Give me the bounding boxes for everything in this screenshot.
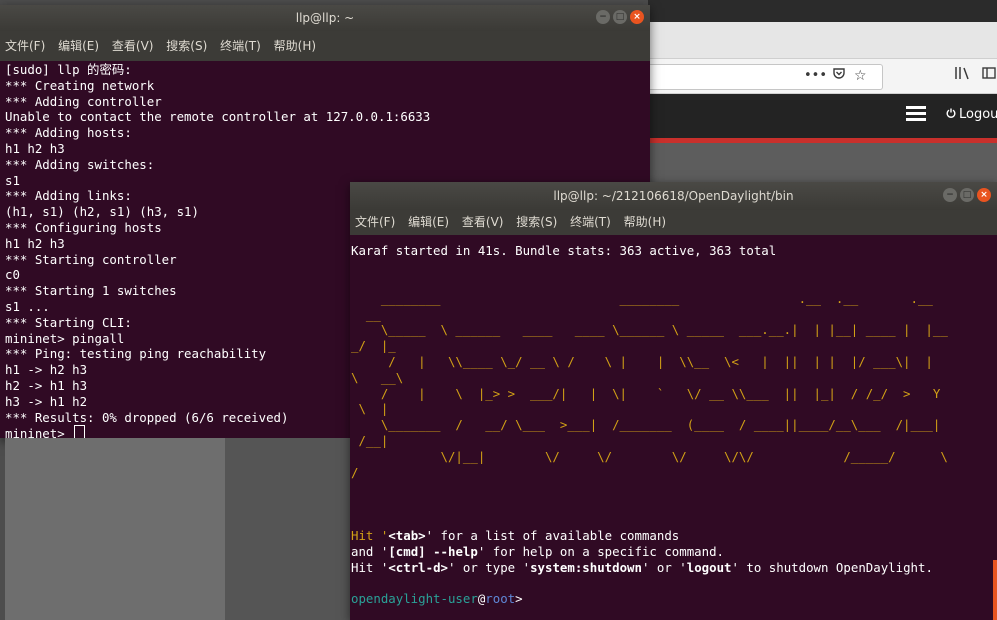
- output-line: h1 h2 h3: [5, 140, 65, 156]
- desktop-background-dark: [225, 438, 350, 620]
- menu-file[interactable]: 文件(F): [355, 215, 395, 229]
- menu-search[interactable]: 搜索(S): [516, 215, 557, 229]
- desktop-background: [5, 438, 225, 620]
- window-controls: − □ ×: [943, 188, 991, 202]
- terminal-menu-bar: 文件(F) 编辑(E) 查看(V) 搜索(S) 终端(T) 帮助(H): [0, 31, 650, 61]
- help-text: ' to shutdown OpenDaylight.: [731, 559, 933, 575]
- menu-icon[interactable]: [906, 106, 926, 122]
- help-text: ' for a list of available commands: [425, 528, 680, 544]
- banner-line: \_______ / __/ \___ >___| /_______ (____…: [351, 417, 941, 433]
- menu-view[interactable]: 查看(V): [462, 215, 504, 229]
- output-line: *** Adding hosts:: [5, 125, 132, 141]
- help-key: system:shutdown: [530, 559, 642, 575]
- logout-link[interactable]: Logout: [959, 107, 997, 122]
- menu-help[interactable]: 帮助(H): [274, 39, 316, 53]
- menu-view[interactable]: 查看(V): [112, 39, 154, 53]
- prompt-line[interactable]: opendaylight-user@root>: [351, 591, 997, 607]
- output-line: *** Creating network: [5, 77, 155, 93]
- close-icon[interactable]: ×: [630, 10, 644, 24]
- menu-search[interactable]: 搜索(S): [166, 39, 207, 53]
- help-text: Hit ': [351, 528, 389, 544]
- window-title: llp@llp: ~/212106618/OpenDaylight/bin: [350, 182, 997, 210]
- help-text: ' or type ': [448, 559, 531, 575]
- shell-prompt: mininet>: [5, 426, 73, 438]
- banner-line: / | \ |_> > ___/| | \| ` \/ __ \\___ || …: [351, 385, 941, 401]
- terminal-window-opendaylight[interactable]: llp@llp: ~/212106618/OpenDaylight/bin − …: [350, 182, 997, 620]
- prompt-host: root: [485, 590, 516, 606]
- help-line-1: Hit '<tab>' for a list of available comm…: [351, 528, 997, 544]
- banner-line: \ __\: [351, 369, 404, 385]
- star-icon[interactable]: ☆: [854, 66, 867, 86]
- window-title: llp@llp: ~: [0, 5, 650, 31]
- browser-toolbar: ••• ☆: [648, 59, 997, 94]
- menu-terminal[interactable]: 终端(T): [570, 215, 611, 229]
- help-key: <ctrl-d>: [388, 559, 448, 575]
- menu-edit[interactable]: 编辑(E): [58, 39, 99, 53]
- prompt-end: >: [515, 590, 523, 606]
- output-line: [sudo] llp 的密码:: [5, 62, 132, 77]
- output-line: *** Adding controller: [5, 93, 162, 109]
- output-line: Unable to contact the remote controller …: [5, 109, 431, 125]
- banner-line: __: [351, 306, 381, 322]
- help-key: <tab>: [388, 528, 426, 544]
- banner-line: / | \\____ \_/ __ \ / \ | | \\__ \< | ||…: [351, 353, 933, 369]
- power-icon: [946, 108, 956, 118]
- menu-terminal[interactable]: 终端(T): [220, 39, 261, 53]
- menu-edit[interactable]: 编辑(E): [408, 215, 449, 229]
- app-header: Logout: [648, 94, 997, 138]
- window-controls: − □ ×: [596, 10, 644, 24]
- help-line-3: Hit '<ctrl-d>' or type 'system:shutdown'…: [351, 560, 997, 576]
- banner-line: \_____ \ ______ ____ ____ \______ \ ____…: [351, 322, 948, 338]
- banner-line: /: [351, 464, 359, 480]
- url-field[interactable]: ••• ☆: [648, 64, 883, 90]
- banner-line: ________ ________ .__ .__ .__: [351, 290, 933, 306]
- close-icon[interactable]: ×: [977, 188, 991, 202]
- help-text: ' or ': [641, 559, 687, 575]
- menu-help[interactable]: 帮助(H): [624, 215, 666, 229]
- help-text: ' for help on a specific command.: [477, 544, 725, 560]
- maximize-icon[interactable]: □: [613, 10, 627, 24]
- terminal-menu-bar: 文件(F) 编辑(E) 查看(V) 搜索(S) 终端(T) 帮助(H): [350, 210, 997, 235]
- more-icon[interactable]: •••: [804, 66, 827, 86]
- banner-line: \ |: [351, 401, 389, 417]
- minimize-icon[interactable]: −: [943, 188, 957, 202]
- menu-file[interactable]: 文件(F): [5, 39, 45, 53]
- help-key: [cmd] --help: [388, 544, 478, 560]
- minimize-icon[interactable]: −: [596, 10, 610, 24]
- library-icon[interactable]: [954, 66, 970, 86]
- help-text: and ': [351, 544, 389, 560]
- browser-top-strip: [648, 0, 997, 22]
- banner-line: _/ |_: [351, 338, 396, 354]
- banner-line: /__|: [351, 432, 389, 448]
- output-line: *** Adding switches:: [5, 156, 155, 172]
- sidebar-icon[interactable]: [982, 66, 996, 86]
- help-text: Hit ': [351, 559, 389, 575]
- pocket-icon[interactable]: [832, 66, 846, 86]
- terminal-output[interactable]: Karaf started in 41s. Bundle stats: 363 …: [350, 235, 997, 620]
- text-cursor: [74, 425, 86, 438]
- maximize-icon[interactable]: □: [960, 188, 974, 202]
- banner-line: \/|__| \/ \/ \/ \/\/ /_____/ \: [351, 448, 948, 464]
- help-key: logout: [686, 559, 732, 575]
- help-line-2: and '[cmd] --help' for help on a specifi…: [351, 544, 997, 560]
- karaf-status-line: Karaf started in 41s. Bundle stats: 363 …: [351, 243, 777, 258]
- browser-tab-bar: [648, 22, 997, 59]
- scrollbar-indicator[interactable]: [993, 560, 997, 620]
- prompt-user: opendaylight-user: [351, 590, 478, 606]
